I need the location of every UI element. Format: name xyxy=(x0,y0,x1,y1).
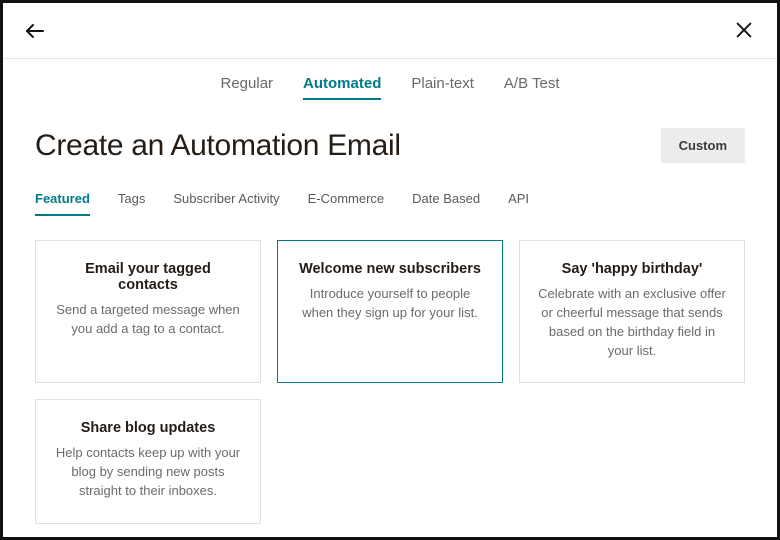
subtab-subscriber-activity[interactable]: Subscriber Activity xyxy=(173,191,279,216)
tab-ab-test[interactable]: A/B Test xyxy=(504,75,560,100)
card-title: Share blog updates xyxy=(54,420,242,436)
custom-button[interactable]: Custom xyxy=(661,128,745,163)
card-title: Welcome new subscribers xyxy=(296,261,484,277)
card-email-tagged-contacts[interactable]: Email your tagged contacts Send a target… xyxy=(35,240,261,383)
tab-plain-text[interactable]: Plain-text xyxy=(411,75,474,100)
card-description: Help contacts keep up with your blog by … xyxy=(54,444,242,501)
automation-category-tabs: Featured Tags Subscriber Activity E-Comm… xyxy=(35,191,745,216)
back-button[interactable] xyxy=(23,19,47,43)
card-welcome-new-subscribers[interactable]: Welcome new subscribers Introduce yourse… xyxy=(277,240,503,383)
campaign-type-tabs: Regular Automated Plain-text A/B Test xyxy=(3,59,777,114)
card-description: Celebrate with an exclusive offer or che… xyxy=(538,285,726,360)
top-bar xyxy=(3,3,777,59)
title-row: Create an Automation Email Custom xyxy=(35,128,745,163)
automation-cards-grid: Email your tagged contacts Send a target… xyxy=(35,240,745,524)
subtab-featured[interactable]: Featured xyxy=(35,191,90,216)
card-description: Introduce yourself to people when they s… xyxy=(296,285,484,323)
card-description: Send a targeted message when you add a t… xyxy=(54,301,242,339)
subtab-e-commerce[interactable]: E-Commerce xyxy=(308,191,385,216)
close-icon xyxy=(733,19,755,41)
arrow-left-icon xyxy=(23,19,47,43)
page-content: Create an Automation Email Custom Featur… xyxy=(3,128,777,524)
subtab-api[interactable]: API xyxy=(508,191,529,216)
card-title: Email your tagged contacts xyxy=(54,261,242,293)
page-title: Create an Automation Email xyxy=(35,129,401,163)
subtab-tags[interactable]: Tags xyxy=(118,191,145,216)
subtab-date-based[interactable]: Date Based xyxy=(412,191,480,216)
tab-regular[interactable]: Regular xyxy=(221,75,274,100)
card-share-blog-updates[interactable]: Share blog updates Help contacts keep up… xyxy=(35,399,261,524)
card-title: Say 'happy birthday' xyxy=(538,261,726,277)
tab-automated[interactable]: Automated xyxy=(303,75,381,100)
close-button[interactable] xyxy=(733,19,757,43)
modal-frame: Regular Automated Plain-text A/B Test Cr… xyxy=(3,3,777,537)
card-happy-birthday[interactable]: Say 'happy birthday' Celebrate with an e… xyxy=(519,240,745,383)
